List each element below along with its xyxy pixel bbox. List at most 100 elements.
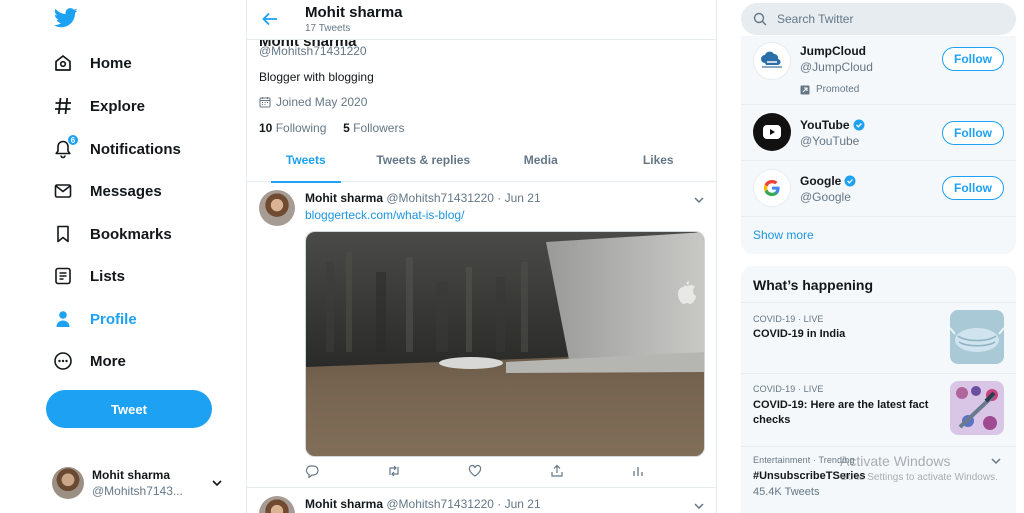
tweet-button[interactable]: Tweet [46,390,212,428]
show-more-link[interactable]: Show more [753,228,814,242]
nav-lists[interactable]: Lists [52,258,125,294]
verified-badge-icon [844,175,856,187]
account-name: Mohit sharma [92,468,171,482]
follow-suggestion[interactable]: YouTube @YouTube Follow [741,105,1016,160]
suggestion-name: Google [800,174,856,188]
tweet-date[interactable]: Jun 21 [505,497,541,511]
tweet-actions [305,464,645,480]
chevron-down-icon[interactable] [693,500,705,512]
nav-profile[interactable]: Profile [52,301,137,337]
tab-media[interactable]: Media [482,141,600,181]
bell-icon: 6 [52,134,79,160]
twitter-profile-page: Home Explore 6 Notifications Messages Bo… [0,0,1024,513]
search-icon [753,12,767,26]
trend-count: 45.4K Tweets [753,486,820,498]
account-switcher[interactable]: Mohit sharma @Mohitsh7143... [52,466,232,500]
tab-tweets-replies[interactable]: Tweets & replies [365,141,483,181]
joined-text: Joined May 2020 [276,95,368,109]
calendar-icon [259,97,271,108]
trend-item[interactable]: COVID-19 · LIVE COVID-19: Here are the l… [741,374,1016,446]
trend-thumbnail [950,310,1004,364]
following-count: 10 [259,121,273,135]
tab-tweets[interactable]: Tweets [247,141,365,183]
back-arrow-icon[interactable] [261,10,279,28]
nav-home-label: Home [90,54,132,72]
followers-link[interactable]: 5 Followers [343,121,404,135]
nav-messages[interactable]: Messages [52,173,162,209]
tweet-date[interactable]: Jun 21 [505,191,541,205]
like-icon[interactable] [468,464,482,480]
reply-icon[interactable] [305,464,319,480]
nav-messages-label: Messages [90,182,162,200]
chevron-down-icon[interactable] [693,194,705,206]
bookmark-icon [52,223,74,245]
follow-suggestion[interactable]: JumpCloud @JumpCloud Promoted Follow [741,36,1016,104]
following-link[interactable]: 10 Following [259,121,326,135]
follow-button[interactable]: Follow [942,176,1004,200]
promoted-label: Promoted [800,84,859,95]
search-input[interactable] [777,12,997,26]
following-label: Following [275,121,327,135]
follow-button[interactable]: Follow [942,121,1004,145]
tab-likes[interactable]: Likes [600,141,717,181]
header-title: Mohit sharma [305,4,403,21]
verified-badge-icon [853,119,865,131]
nav-explore-label: Explore [90,97,146,115]
profile-header: Mohit sharma 17 Tweets [247,0,716,40]
trend-context: COVID-19 · LIVE [753,384,824,394]
account-handle: @Mohitsh7143... [92,484,183,498]
chevron-down-icon[interactable] [990,455,1002,467]
tweet-meta: Mohit sharma @Mohitsh71431220 · Jun 21 [305,191,541,205]
followers-count: 5 [343,121,350,135]
nav-home[interactable]: Home [52,45,132,81]
profile-handle: @Mohitsh71431220 [259,44,367,58]
trend-item[interactable]: COVID-19 · LIVE COVID-19 in India [741,303,1016,373]
suggestion-name: JumpCloud [800,44,866,58]
suggestion-handle: @Google [800,190,851,204]
tweet-handle: @Mohitsh71431220 [386,497,494,511]
trend-title: #UnsubscribeTSeries [753,470,866,482]
tweet-link[interactable]: bloggerteck.com/what-is-blog/ [305,208,464,222]
follow-suggestion[interactable]: Google @Google Follow [741,161,1016,216]
search-bar[interactable] [741,3,1016,35]
tweet[interactable]: Mohit sharma @Mohitsh71431220 · Jun 21 b… [247,182,716,488]
trend-context: Entertainment · Trending [753,455,855,465]
youtube-logo-icon [753,113,791,151]
followers-label: Followers [353,121,405,135]
chevron-down-icon [212,480,222,487]
tweet-author[interactable]: Mohit sharma [305,191,383,205]
nav-notifications[interactable]: 6 Notifications [52,131,181,167]
twitter-logo-icon[interactable] [54,8,78,28]
profile-bio: Blogger with blogging [259,70,374,84]
trend-item[interactable]: Entertainment · Trending #UnsubscribeTSe… [741,447,1016,513]
profile-info: @Mohitsh71431220 Blogger with blogging J… [259,44,404,135]
divider [741,216,1016,217]
tweet[interactable]: Mohit sharma @Mohitsh71431220 · Jun 21 [247,488,716,513]
nav-profile-label: Profile [90,310,137,328]
suggestion-name: YouTube [800,118,865,132]
retweet-icon[interactable] [387,464,401,480]
share-icon[interactable] [550,464,564,480]
profile-column: Mohit sharma 17 Tweets Mohit sharma @Moh… [247,0,717,513]
tweet-meta: Mohit sharma @Mohitsh71431220 · Jun 21 [305,497,541,511]
hashtag-icon [52,95,74,117]
suggestion-name-text: Google [800,174,842,188]
analytics-icon[interactable] [631,464,645,480]
avatar[interactable] [259,496,295,513]
tweet-image[interactable] [305,231,705,457]
joined-date: Joined May 2020 [259,95,404,109]
whats-happening-panel: What’s happening COVID-19 · LIVE COVID-1… [741,266,1016,513]
avatar[interactable] [259,190,295,226]
nav-explore[interactable]: Explore [52,88,145,124]
tweet-author[interactable]: Mohit sharma [305,497,383,511]
google-logo-icon [753,169,791,207]
avatar [52,467,84,499]
left-sidebar: Home Explore 6 Notifications Messages Bo… [0,0,247,513]
who-to-follow-panel: JumpCloud @JumpCloud Promoted Follow You… [741,36,1016,254]
nav-more[interactable]: More [52,343,126,379]
trend-thumbnail [950,381,1004,435]
nav-bookmarks[interactable]: Bookmarks [52,216,172,252]
follow-button[interactable]: Follow [942,47,1004,71]
nav-lists-label: Lists [90,267,126,285]
follow-stats: 10 Following 5 Followers [259,121,404,135]
